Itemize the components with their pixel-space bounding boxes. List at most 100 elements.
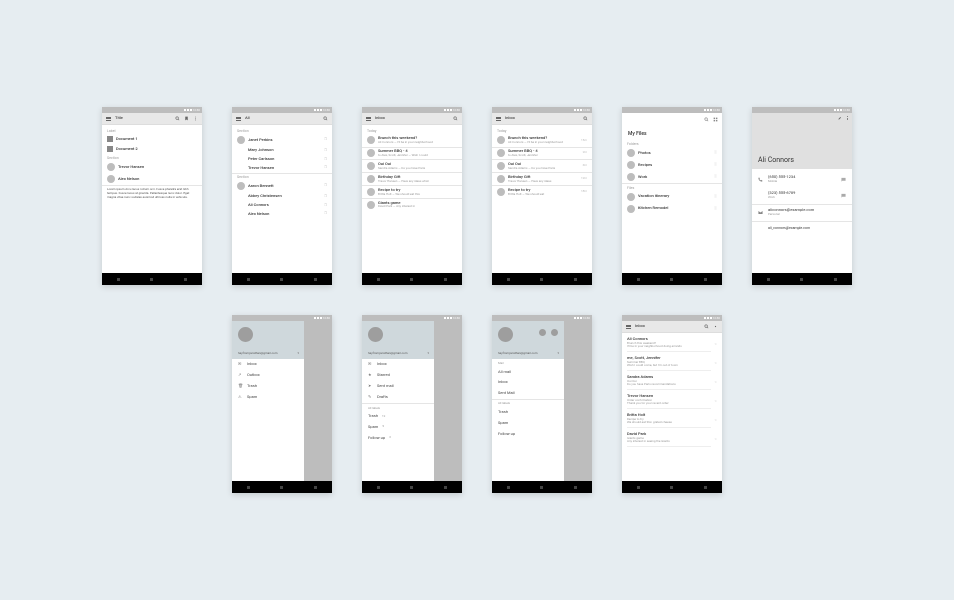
contact-item[interactable]: Mary Johnson❐ <box>232 146 332 155</box>
star-icon[interactable]: ☆ <box>714 343 717 347</box>
doc-item[interactable]: Document 2 <box>102 144 202 154</box>
search-icon[interactable] <box>453 116 458 121</box>
info-icon[interactable]: ⓘ <box>714 195 717 199</box>
drawer-item[interactable]: Inbox <box>492 377 564 388</box>
email-item[interactable]: Birthday GiftTrevor Hansen — Have any id… <box>492 173 592 185</box>
view-icon[interactable] <box>713 117 718 122</box>
message-icon[interactable] <box>841 193 846 198</box>
email-item[interactable]: Birthday GiftTrevor Hansen — Have any id… <box>362 173 462 185</box>
drawer-item[interactable]: Follow up3 <box>362 433 434 444</box>
email-item[interactable]: me, Scott, JenniferSummer BBQWish I coul… <box>622 354 722 373</box>
scrim[interactable] <box>564 321 592 481</box>
star-icon[interactable]: ☆ <box>714 362 717 366</box>
menu-icon[interactable] <box>106 116 111 121</box>
folder-item[interactable]: Photosⓘ <box>622 147 722 159</box>
drawer-item[interactable]: ✉Inbox <box>362 359 434 370</box>
drawer-item[interactable]: ★Starred <box>362 370 434 381</box>
person-item[interactable]: Alex Nelson <box>102 173 202 185</box>
contact-item[interactable]: Ali Connors❐ <box>232 201 332 210</box>
doc-item[interactable]: Document 1 <box>102 134 202 144</box>
chat-icon[interactable]: ❐ <box>324 158 327 162</box>
email-item[interactable]: Trevor HansenOrder confirmationThank you… <box>622 392 722 411</box>
chat-icon[interactable]: ❐ <box>324 166 327 170</box>
search-icon[interactable] <box>175 116 180 121</box>
chat-icon[interactable]: ❐ <box>324 149 327 153</box>
more-icon[interactable] <box>847 116 849 120</box>
drawer-header[interactable]: heyfromjonathan@gmail.com ▾ <box>492 321 564 359</box>
star-icon[interactable]: ☆ <box>714 419 717 423</box>
email-item[interactable]: Recipe to tryBritta Holt — We should eat… <box>492 186 592 198</box>
avatar-alt[interactable] <box>551 329 558 336</box>
chat-icon[interactable]: ❐ <box>324 195 327 199</box>
email-item[interactable]: Summer BBQ - 4to Alex, Scott, Jennifer —… <box>362 147 462 159</box>
drawer-item[interactable]: Trash12 <box>362 411 434 422</box>
chevron-down-icon[interactable]: ▾ <box>427 352 429 356</box>
star-icon[interactable]: ☆ <box>714 438 717 442</box>
scrim[interactable] <box>434 321 462 481</box>
drawer-item[interactable]: ✎Drafts <box>362 392 434 403</box>
drawer-item[interactable]: Follow up <box>492 429 564 440</box>
edit-icon[interactable] <box>838 116 842 120</box>
menu-icon[interactable] <box>496 116 501 121</box>
contact-item[interactable]: Abbey Christensen❐ <box>232 192 332 201</box>
email-row[interactable]: ali_connors@example.com <box>752 221 852 234</box>
bookmark-icon[interactable] <box>184 116 189 121</box>
message-icon[interactable] <box>841 177 846 182</box>
email-item[interactable]: Ali ConnorsBrunch this weekend?I'll be i… <box>622 335 722 354</box>
file-item[interactable]: Kitchen Remodelⓘ <box>622 203 722 215</box>
email-item[interactable]: Oui OuiSandra Adams — Do you have Paris <box>362 160 462 172</box>
search-icon[interactable] <box>704 324 709 329</box>
email-item[interactable]: Oui OuiSandra Adams — Do you have Paris6… <box>492 160 592 172</box>
file-item[interactable]: Vacation itineraryⓘ <box>622 191 722 203</box>
settings-icon[interactable] <box>713 324 718 329</box>
contact-item[interactable]: Alex Nelson❐ <box>232 210 332 219</box>
drawer-item[interactable]: ➤Sent mail <box>362 381 434 392</box>
avatar-alt[interactable] <box>539 329 546 336</box>
search-icon[interactable] <box>583 116 588 121</box>
phone-row[interactable]: (323) 555-6789Work <box>752 187 852 203</box>
drawer-header[interactable]: heyfromjonathan@gmail.com ▾ <box>362 321 434 359</box>
chat-icon[interactable]: ❐ <box>324 212 327 216</box>
search-icon[interactable] <box>323 116 328 121</box>
menu-icon[interactable] <box>236 116 241 121</box>
phone-row[interactable]: (650) 555-1234Mobile <box>752 171 852 187</box>
email-row[interactable]: aliconnors@example.comPersonal <box>752 204 852 220</box>
menu-icon[interactable] <box>626 324 631 329</box>
contact-item[interactable]: Trevor Hansen❐ <box>232 164 332 173</box>
folder-item[interactable]: Recipesⓘ <box>622 159 722 171</box>
email-item[interactable]: Britta HoltRecipe to tryWe should eat th… <box>622 411 722 430</box>
drawer-item[interactable]: ✉Inbox <box>232 359 304 370</box>
chevron-down-icon[interactable]: ▾ <box>297 352 299 356</box>
drawer-item[interactable]: 🗑Trash <box>232 381 304 392</box>
drawer-item[interactable]: ↗Outbox <box>232 370 304 381</box>
info-icon[interactable]: ⓘ <box>714 207 717 211</box>
email-item[interactable]: Brunch this weekend?Ali Connors — I'll b… <box>492 134 592 146</box>
contact-item[interactable]: Aaron Bennett❐ <box>232 180 332 192</box>
drawer-item[interactable]: ⚠Spam <box>232 392 304 403</box>
star-icon[interactable]: ☆ <box>714 381 717 385</box>
chat-icon[interactable]: ❐ <box>324 138 327 142</box>
info-icon[interactable]: ⓘ <box>714 163 717 167</box>
star-icon[interactable]: ☆ <box>714 400 717 404</box>
email-item[interactable]: Sandra AdamsOui OuiDo you have Paris rec… <box>622 373 722 392</box>
email-item[interactable]: Recipe to tryBritta Holt — We should eat… <box>362 186 462 198</box>
drawer-header[interactable]: heyfromjonathan@gmail.com ▾ <box>232 321 304 359</box>
drawer-item[interactable]: Spam5 <box>362 422 434 433</box>
email-item[interactable]: Brunch this weekend?Ali Connors — I'll b… <box>362 134 462 146</box>
email-item[interactable]: Summer BBQ - 4to Alex, Scott, Jennifer2h… <box>492 147 592 159</box>
drawer-item[interactable]: Sent Mail <box>492 388 564 399</box>
search-icon[interactable] <box>704 117 709 122</box>
info-icon[interactable]: ⓘ <box>714 151 717 155</box>
person-item[interactable]: Trevor Hansen <box>102 161 202 173</box>
chevron-down-icon[interactable]: ▾ <box>557 352 559 356</box>
chat-icon[interactable]: ❐ <box>324 204 327 208</box>
email-item[interactable]: Giants gameDavid Park — Any interest in <box>362 199 462 211</box>
contact-item[interactable]: Janet Perkins❐ <box>232 134 332 146</box>
drawer-item[interactable]: Trash <box>492 407 564 418</box>
contact-item[interactable]: Peter Carlsson❐ <box>232 155 332 164</box>
scrim[interactable] <box>304 321 332 481</box>
more-icon[interactable] <box>193 116 198 121</box>
menu-icon[interactable] <box>366 116 371 121</box>
chat-icon[interactable]: ❐ <box>324 184 327 188</box>
folder-item[interactable]: Workⓘ <box>622 171 722 183</box>
